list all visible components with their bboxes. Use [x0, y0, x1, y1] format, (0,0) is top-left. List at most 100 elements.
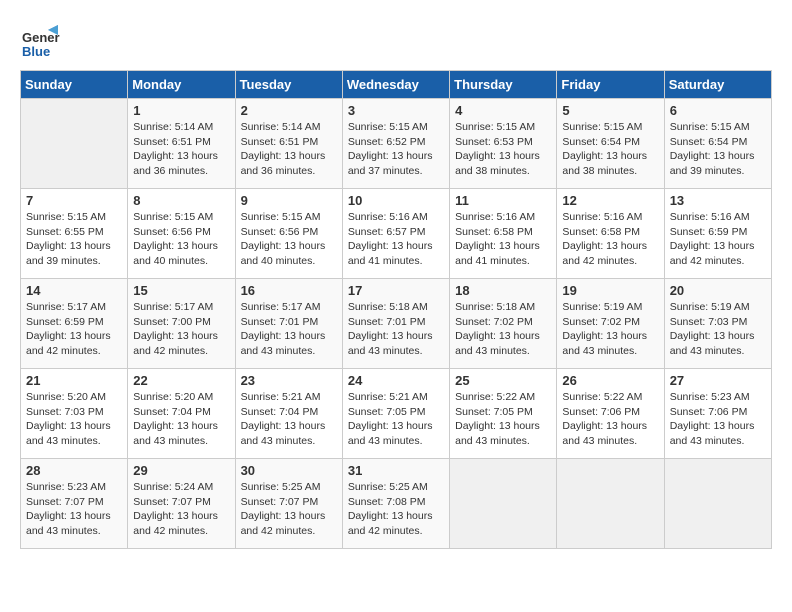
calendar-day-cell: 17 Sunrise: 5:18 AMSunset: 7:01 PMDayligh…: [342, 279, 449, 369]
day-number: 18: [455, 283, 551, 298]
day-info: Sunrise: 5:14 AMSunset: 6:51 PMDaylight:…: [133, 120, 229, 179]
day-number: 24: [348, 373, 444, 388]
day-info: Sunrise: 5:23 AMSunset: 7:07 PMDaylight:…: [26, 480, 122, 539]
day-info: Sunrise: 5:22 AMSunset: 7:06 PMDaylight:…: [562, 390, 658, 449]
day-info: Sunrise: 5:18 AMSunset: 7:02 PMDaylight:…: [455, 300, 551, 359]
calendar-day-cell: [557, 459, 664, 549]
day-info: Sunrise: 5:21 AMSunset: 7:05 PMDaylight:…: [348, 390, 444, 449]
day-number: 29: [133, 463, 229, 478]
day-info: Sunrise: 5:15 AMSunset: 6:56 PMDaylight:…: [241, 210, 337, 269]
calendar-day-cell: 10 Sunrise: 5:16 AMSunset: 6:57 PMDayligh…: [342, 189, 449, 279]
day-number: 20: [670, 283, 766, 298]
day-number: 14: [26, 283, 122, 298]
day-info: Sunrise: 5:22 AMSunset: 7:05 PMDaylight:…: [455, 390, 551, 449]
day-number: 22: [133, 373, 229, 388]
calendar-day-cell: 4Sunrise: 5:15 AMSunset: 6:53 PMDaylight…: [450, 99, 557, 189]
calendar-header-row: SundayMondayTuesdayWednesdayThursdayFrid…: [21, 71, 772, 99]
calendar-day-cell: 15 Sunrise: 5:17 AMSunset: 7:00 PMDayligh…: [128, 279, 235, 369]
page-header: General Blue: [20, 20, 772, 60]
calendar-day-cell: 23Sunrise: 5:21 AMSunset: 7:04 PMDayligh…: [235, 369, 342, 459]
calendar-day-cell: 16Sunrise: 5:17 AMSunset: 7:01 PMDayligh…: [235, 279, 342, 369]
calendar-day-cell: 18 Sunrise: 5:18 AMSunset: 7:02 PMDayligh…: [450, 279, 557, 369]
weekday-header: Tuesday: [235, 71, 342, 99]
day-info: Sunrise: 5:15 AMSunset: 6:54 PMDaylight:…: [670, 120, 766, 179]
day-number: 7: [26, 193, 122, 208]
day-info: Sunrise: 5:19 AMSunset: 7:03 PMDaylight:…: [670, 300, 766, 359]
day-info: Sunrise: 5:16 AMSunset: 6:58 PMDaylight:…: [562, 210, 658, 269]
day-number: 26: [562, 373, 658, 388]
day-number: 27: [670, 373, 766, 388]
day-info: Sunrise: 5:20 AMSunset: 7:04 PMDaylight:…: [133, 390, 229, 449]
calendar-week-row: 14 Sunrise: 5:17 AMSunset: 6:59 PMDayligh…: [21, 279, 772, 369]
calendar-day-cell: 20 Sunrise: 5:19 AMSunset: 7:03 PMDayligh…: [664, 279, 771, 369]
day-number: 31: [348, 463, 444, 478]
calendar-day-cell: [664, 459, 771, 549]
day-info: Sunrise: 5:16 AMSunset: 6:57 PMDaylight:…: [348, 210, 444, 269]
calendar-day-cell: 5 Sunrise: 5:15 AMSunset: 6:54 PMDaylight…: [557, 99, 664, 189]
weekday-header: Monday: [128, 71, 235, 99]
day-info: Sunrise: 5:16 AMSunset: 6:59 PMDaylight:…: [670, 210, 766, 269]
day-number: 25: [455, 373, 551, 388]
day-info: Sunrise: 5:17 AMSunset: 6:59 PMDaylight:…: [26, 300, 122, 359]
day-info: Sunrise: 5:16 AMSunset: 6:58 PMDaylight:…: [455, 210, 551, 269]
day-number: 6: [670, 103, 766, 118]
calendar-day-cell: 26 Sunrise: 5:22 AMSunset: 7:06 PMDayligh…: [557, 369, 664, 459]
day-number: 30: [241, 463, 337, 478]
weekday-header: Wednesday: [342, 71, 449, 99]
calendar-day-cell: 7 Sunrise: 5:15 AMSunset: 6:55 PMDaylight…: [21, 189, 128, 279]
calendar-day-cell: 6 Sunrise: 5:15 AMSunset: 6:54 PMDaylight…: [664, 99, 771, 189]
calendar-day-cell: 25 Sunrise: 5:22 AMSunset: 7:05 PMDayligh…: [450, 369, 557, 459]
logo: General Blue: [20, 20, 64, 60]
calendar-day-cell: 30 Sunrise: 5:25 AMSunset: 7:07 PMDayligh…: [235, 459, 342, 549]
calendar-day-cell: 24 Sunrise: 5:21 AMSunset: 7:05 PMDayligh…: [342, 369, 449, 459]
day-info: Sunrise: 5:15 AMSunset: 6:54 PMDaylight:…: [562, 120, 658, 179]
day-number: 9: [241, 193, 337, 208]
day-info: Sunrise: 5:17 AMSunset: 7:01 PMDaylight:…: [241, 300, 337, 359]
day-number: 8: [133, 193, 229, 208]
svg-text:Blue: Blue: [22, 44, 50, 59]
day-info: Sunrise: 5:15 AMSunset: 6:53 PMDaylight:…: [455, 120, 551, 179]
day-number: 15: [133, 283, 229, 298]
day-info: Sunrise: 5:15 AMSunset: 6:55 PMDaylight:…: [26, 210, 122, 269]
day-number: 3: [348, 103, 444, 118]
day-info: Sunrise: 5:24 AMSunset: 7:07 PMDaylight:…: [133, 480, 229, 539]
day-number: 10: [348, 193, 444, 208]
calendar-week-row: 28 Sunrise: 5:23 AMSunset: 7:07 PMDayligh…: [21, 459, 772, 549]
day-info: Sunrise: 5:25 AMSunset: 7:08 PMDaylight:…: [348, 480, 444, 539]
calendar-day-cell: 31 Sunrise: 5:25 AMSunset: 7:08 PMDayligh…: [342, 459, 449, 549]
day-info: Sunrise: 5:15 AMSunset: 6:52 PMDaylight:…: [348, 120, 444, 179]
calendar-day-cell: [21, 99, 128, 189]
day-number: 11: [455, 193, 551, 208]
calendar-day-cell: 8 Sunrise: 5:15 AMSunset: 6:56 PMDaylight…: [128, 189, 235, 279]
calendar-day-cell: 11 Sunrise: 5:16 AMSunset: 6:58 PMDayligh…: [450, 189, 557, 279]
weekday-header: Thursday: [450, 71, 557, 99]
calendar-day-cell: 21Sunrise: 5:20 AMSunset: 7:03 PMDayligh…: [21, 369, 128, 459]
day-number: 1: [133, 103, 229, 118]
day-info: Sunrise: 5:14 AMSunset: 6:51 PMDaylight:…: [241, 120, 337, 179]
day-number: 13: [670, 193, 766, 208]
day-number: 28: [26, 463, 122, 478]
calendar-day-cell: [450, 459, 557, 549]
calendar-day-cell: 2Sunrise: 5:14 AMSunset: 6:51 PMDaylight…: [235, 99, 342, 189]
calendar-day-cell: 14 Sunrise: 5:17 AMSunset: 6:59 PMDayligh…: [21, 279, 128, 369]
calendar-day-cell: 13 Sunrise: 5:16 AMSunset: 6:59 PMDayligh…: [664, 189, 771, 279]
day-info: Sunrise: 5:23 AMSunset: 7:06 PMDaylight:…: [670, 390, 766, 449]
day-info: Sunrise: 5:18 AMSunset: 7:01 PMDaylight:…: [348, 300, 444, 359]
calendar-table: SundayMondayTuesdayWednesdayThursdayFrid…: [20, 70, 772, 549]
day-info: Sunrise: 5:21 AMSunset: 7:04 PMDaylight:…: [241, 390, 337, 449]
calendar-day-cell: 12 Sunrise: 5:16 AMSunset: 6:58 PMDayligh…: [557, 189, 664, 279]
calendar-day-cell: 27 Sunrise: 5:23 AMSunset: 7:06 PMDayligh…: [664, 369, 771, 459]
day-info: Sunrise: 5:25 AMSunset: 7:07 PMDaylight:…: [241, 480, 337, 539]
logo-icon: General Blue: [20, 20, 60, 60]
calendar-day-cell: 22 Sunrise: 5:20 AMSunset: 7:04 PMDayligh…: [128, 369, 235, 459]
day-number: 17: [348, 283, 444, 298]
weekday-header: Friday: [557, 71, 664, 99]
day-number: 5: [562, 103, 658, 118]
calendar-week-row: 21Sunrise: 5:20 AMSunset: 7:03 PMDayligh…: [21, 369, 772, 459]
calendar-day-cell: 1 Sunrise: 5:14 AMSunset: 6:51 PMDaylight…: [128, 99, 235, 189]
day-info: Sunrise: 5:15 AMSunset: 6:56 PMDaylight:…: [133, 210, 229, 269]
day-number: 12: [562, 193, 658, 208]
day-info: Sunrise: 5:17 AMSunset: 7:00 PMDaylight:…: [133, 300, 229, 359]
weekday-header: Sunday: [21, 71, 128, 99]
weekday-header: Saturday: [664, 71, 771, 99]
